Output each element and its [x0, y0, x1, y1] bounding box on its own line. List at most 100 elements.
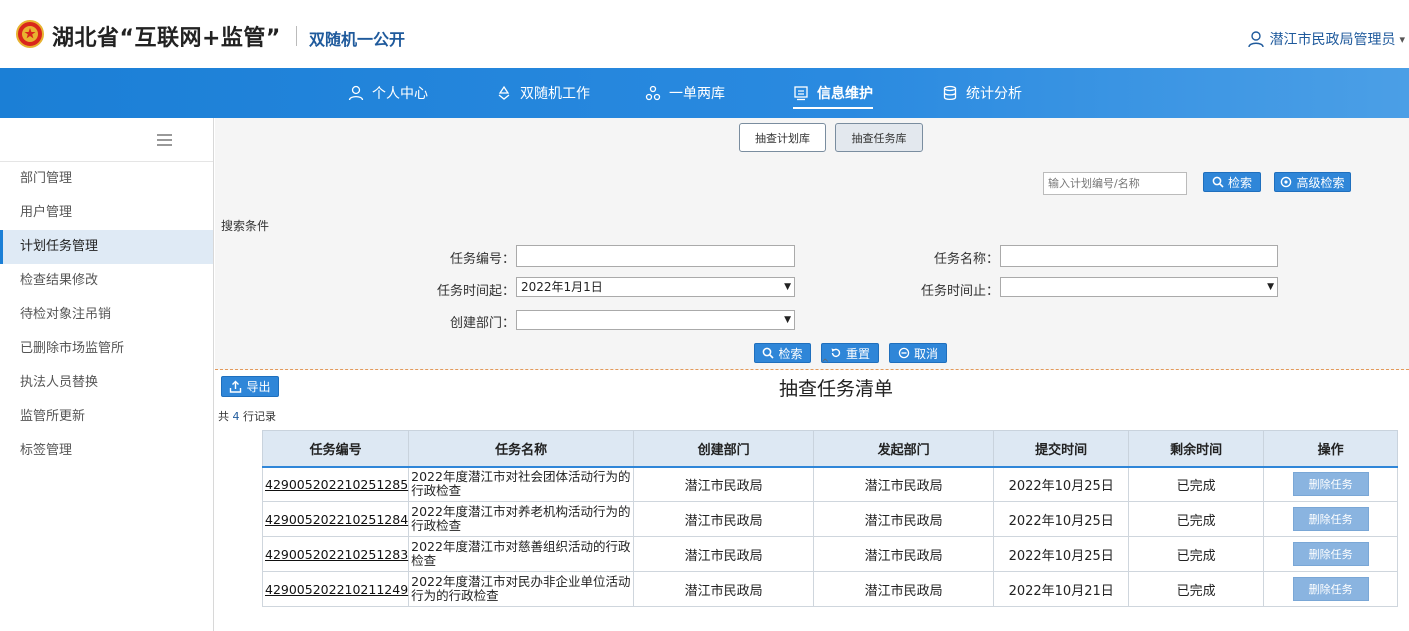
- nav-label: 一单两库: [669, 86, 725, 102]
- sidebar-item-inspector-replace[interactable]: 执法人员替换: [0, 366, 213, 400]
- submit-time-cell: 2022年10月25日: [993, 501, 1130, 537]
- sidebar-item-result-edit[interactable]: 检查结果修改: [0, 264, 213, 298]
- end-time-select[interactable]: ▼: [1000, 277, 1278, 297]
- form-search-button[interactable]: 检索: [754, 343, 811, 363]
- table-row: 429005202210211249 2022年度潜江市对民办非企业单位活动行为…: [261, 571, 1399, 607]
- recycle-icon: [498, 85, 510, 100]
- site-subtitle: 双随机一公开: [309, 30, 406, 49]
- export-button[interactable]: 导出: [221, 376, 279, 397]
- create-dept-cell: 潜江市民政局: [633, 536, 815, 572]
- create-dept-select[interactable]: ▼: [516, 310, 795, 330]
- header: 湖北省“互联网+监管” 双随机一公开 潜江市民政局管理员 ▾: [0, 0, 1409, 68]
- nav-item-statistics[interactable]: 统计分析: [942, 68, 1022, 118]
- sidebar-item-deleted-stations[interactable]: 已删除市场监管所: [0, 332, 213, 366]
- submit-time-cell: 2022年10月25日: [993, 536, 1130, 572]
- list-title: 抽查任务清单: [779, 378, 894, 400]
- record-count: 共 4 行记录: [218, 410, 276, 423]
- task-code-link[interactable]: 429005202210211249: [261, 571, 410, 607]
- remaining-time-cell: 已完成: [1128, 501, 1265, 537]
- column-header: 剩余时间: [1128, 430, 1265, 468]
- launch-dept-cell: 潜江市民政局: [813, 466, 995, 502]
- launch-dept-cell: 潜江市民政局: [813, 571, 995, 607]
- reset-button[interactable]: 重置: [821, 343, 879, 363]
- nav-label: 统计分析: [966, 86, 1022, 102]
- advanced-search-label: 高级检索: [1296, 175, 1345, 190]
- tab-plan-library[interactable]: 抽查计划库: [739, 123, 826, 152]
- task-name-input[interactable]: [1000, 245, 1278, 267]
- create-dept-cell: 潜江市民政局: [633, 466, 815, 502]
- user-menu[interactable]: 潜江市民政局管理员 ▾: [1247, 29, 1405, 49]
- user-icon: [348, 85, 364, 101]
- quick-search-input[interactable]: [1043, 172, 1187, 195]
- dropdown-arrow-icon: ▼: [784, 282, 791, 292]
- action-cell: 删除任务: [1263, 571, 1399, 607]
- quick-search-button[interactable]: 检索: [1203, 172, 1261, 192]
- start-time-select[interactable]: 2022年1月1日 ▼: [516, 277, 795, 297]
- advanced-search-button[interactable]: 高级检索: [1274, 172, 1351, 192]
- task-name-cell: 2022年度潜江市对慈善组织活动的行政检查: [408, 536, 635, 572]
- remaining-time-cell: 已完成: [1128, 571, 1265, 607]
- main-nav: 个人中心 双随机工作 一单两库 信息维护 统计分析: [0, 68, 1409, 118]
- dropdown-arrow-icon: ▼: [784, 315, 791, 325]
- column-header: 创建部门: [633, 430, 815, 468]
- create-dept-cell: 潜江市民政局: [633, 501, 815, 537]
- column-header: 发起部门: [813, 430, 995, 468]
- search-icon: [1212, 176, 1224, 188]
- refresh-icon: [831, 348, 841, 357]
- menu-toggle-icon[interactable]: [157, 134, 172, 146]
- tab-task-library[interactable]: 抽查任务库: [835, 123, 923, 152]
- sidebar-item-plan-tasks[interactable]: 计划任务管理: [0, 230, 213, 264]
- delete-task-button[interactable]: 删除任务: [1292, 472, 1369, 497]
- task-name-label: 任务名称：: [933, 252, 999, 267]
- nav-item-one-list-two-libs[interactable]: 一单两库: [645, 68, 725, 118]
- delete-task-button[interactable]: 删除任务: [1292, 577, 1369, 601]
- reset-label: 重置: [845, 346, 870, 361]
- collapse-caret-icon[interactable]: ^: [821, 358, 829, 369]
- create-dept-cell: 潜江市民政局: [633, 571, 815, 607]
- form-search-label: 检索: [778, 346, 803, 361]
- task-name-cell: 2022年度潜江市对民办非企业单位活动行为的行政检查: [408, 571, 635, 607]
- column-header: 操作: [1263, 430, 1399, 468]
- sidebar-item-station-update[interactable]: 监管所更新: [0, 400, 213, 434]
- task-code-link[interactable]: 429005202210251283: [261, 536, 410, 572]
- action-cell: 删除任务: [1263, 501, 1399, 537]
- title-divider: [296, 26, 297, 46]
- table-row: 429005202210251283 2022年度潜江市对慈善组织活动的行政检查…: [261, 536, 1399, 572]
- end-time-label: 任务时间止：: [920, 284, 999, 299]
- launch-dept-cell: 潜江市民政局: [813, 536, 995, 572]
- start-time-value: 2022年1月1日: [521, 280, 603, 294]
- nodes-icon: [645, 85, 661, 101]
- search-conditions-label: 搜索条件: [221, 219, 270, 233]
- search-panel: 抽查计划库 抽查任务库 检索 高级检索 搜索条件 任务编号： 任务名称： 任务时…: [215, 118, 1409, 370]
- document-icon: [794, 86, 808, 101]
- chevron-down-icon: ▾: [1399, 32, 1405, 46]
- nav-item-double-random[interactable]: 双随机工作: [496, 68, 590, 118]
- search-icon: [763, 347, 775, 359]
- database-icon: [943, 85, 957, 101]
- cancel-button[interactable]: 取消: [889, 343, 947, 363]
- task-name-cell: 2022年度潜江市对养老机构活动行为的行政检查: [408, 501, 635, 537]
- sidebar-item-tags[interactable]: 标签管理: [0, 434, 213, 468]
- delete-task-button[interactable]: 删除任务: [1292, 507, 1369, 531]
- task-code-label: 任务编号：: [449, 252, 515, 267]
- record-count-number: 4: [232, 410, 240, 423]
- submit-time-cell: 2022年10月25日: [993, 466, 1130, 502]
- nav-label: 信息维护: [817, 86, 873, 102]
- nav-item-personal-center[interactable]: 个人中心: [348, 68, 428, 118]
- sidebar-item-users[interactable]: 用户管理: [0, 196, 213, 230]
- action-cell: 删除任务: [1263, 466, 1399, 502]
- task-code-input[interactable]: [516, 245, 795, 267]
- upload-icon: [230, 380, 242, 393]
- table-row: 429005202210251284 2022年度潜江市对养老机构活动行为的行政…: [261, 501, 1399, 537]
- sidebar-item-department[interactable]: 部门管理: [0, 162, 213, 196]
- delete-task-button[interactable]: 删除任务: [1292, 542, 1369, 566]
- table-header-row: 任务编号 任务名称 创建部门 发起部门 提交时间 剩余时间 操作: [261, 430, 1399, 468]
- nav-item-info-maintenance[interactable]: 信息维护: [793, 68, 873, 118]
- task-code-link[interactable]: 429005202210251285: [261, 466, 410, 502]
- submit-time-cell: 2022年10月21日: [993, 571, 1130, 607]
- column-header: 提交时间: [993, 430, 1130, 468]
- task-code-link[interactable]: 429005202210251284: [261, 501, 410, 537]
- dropdown-arrow-icon: ▼: [1267, 282, 1274, 292]
- task-table: 任务编号 任务名称 创建部门 发起部门 提交时间 剩余时间 操作 4290052…: [261, 430, 1399, 607]
- sidebar-item-object-revoke[interactable]: 待检对象注吊销: [0, 298, 213, 332]
